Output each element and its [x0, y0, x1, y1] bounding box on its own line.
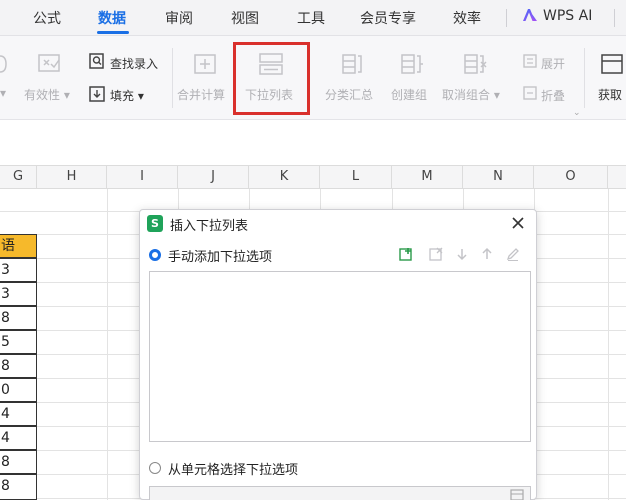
column-header-k[interactable]: K: [249, 166, 320, 188]
fill-icon: [89, 86, 105, 102]
toolbar-divider: [584, 48, 585, 108]
column-header-i[interactable]: I: [107, 166, 178, 188]
menu-divider-right: [614, 9, 615, 27]
cell-g[interactable]: 0: [0, 378, 37, 402]
dialog-launcher-icon[interactable]: ⌄: [573, 108, 581, 118]
menu-view[interactable]: 视图: [231, 8, 259, 28]
wps-ai-logo-icon: [523, 9, 537, 21]
cell-range-input[interactable]: [149, 486, 531, 500]
wps-ai-label: WPS AI: [543, 8, 593, 24]
ungroup-button[interactable]: 取消组合 ▾: [442, 86, 500, 103]
cell-g[interactable]: 4: [0, 402, 37, 426]
cell-g-header[interactable]: 语: [0, 234, 37, 258]
expand-button[interactable]: 展开: [541, 55, 565, 72]
menu-review[interactable]: 审阅: [165, 8, 193, 28]
menu-divider: [506, 9, 507, 27]
manual-option-radio[interactable]: [149, 249, 161, 261]
partial-icon: [0, 55, 7, 73]
edit-pencil-icon[interactable]: [505, 246, 521, 262]
cell-g[interactable]: 4: [0, 426, 37, 450]
from-cells-option-radio[interactable]: [149, 462, 161, 474]
ungroup-icon: [464, 54, 487, 74]
create-group-button[interactable]: 创建组: [391, 86, 427, 103]
column-header-m[interactable]: M: [392, 166, 463, 188]
subtotal-button[interactable]: 分类汇总: [325, 86, 373, 103]
wps-ai-button[interactable]: WPS AI: [522, 8, 592, 24]
find-entry-button[interactable]: 查找录入: [110, 55, 158, 72]
create-group-icon: [401, 54, 423, 74]
fill-button[interactable]: 填充 ▾: [110, 87, 144, 104]
get-data-icon: [601, 54, 623, 74]
menu-efficiency[interactable]: 效率: [453, 8, 481, 28]
move-up-icon[interactable]: [479, 246, 495, 262]
delete-item-icon[interactable]: [428, 246, 444, 262]
highlight-box: [233, 42, 310, 115]
grid-line: [107, 189, 108, 500]
column-header-j[interactable]: J: [178, 166, 249, 188]
column-header-row: G H I J K L M N O: [0, 165, 626, 189]
get-data-button[interactable]: 获取: [598, 86, 622, 103]
dropdown-options-list[interactable]: [149, 271, 531, 442]
subtotal-icon: [342, 54, 362, 74]
partial-dropdown-arrow: ▾: [0, 86, 7, 100]
menu-bar: 公式 数据 审阅 视图 工具 会员专享 效率 WPS AI: [0, 0, 626, 36]
menu-data[interactable]: 数据: [98, 8, 126, 28]
app-icon: S: [147, 215, 163, 232]
dialog-title: 插入下拉列表: [170, 219, 249, 234]
column-header-o[interactable]: O: [534, 166, 608, 188]
collapse-icon: [523, 86, 537, 100]
find-entry-icon: [89, 53, 104, 69]
menu-member[interactable]: 会员专享: [360, 8, 416, 28]
grid-line: [608, 189, 609, 500]
range-picker-icon[interactable]: [510, 489, 524, 500]
cell-g[interactable]: 3: [0, 258, 37, 282]
active-tab-indicator: [97, 31, 129, 34]
cell-g[interactable]: 5: [0, 330, 37, 354]
ribbon-toolbar: [0, 36, 626, 120]
column-header-l[interactable]: L: [320, 166, 392, 188]
toolbar-divider: [172, 48, 173, 108]
cell-g[interactable]: 8: [0, 474, 37, 500]
from-cells-option-label[interactable]: 从单元格选择下拉选项: [168, 459, 298, 478]
merge-calc-icon: [194, 54, 216, 74]
collapse-button[interactable]: 折叠: [541, 87, 565, 104]
ungroup-label: 取消组合: [442, 88, 491, 102]
cell-g[interactable]: 8: [0, 306, 37, 330]
formula-bar-area: [0, 121, 626, 165]
close-icon[interactable]: [510, 215, 526, 231]
insert-dropdown-dialog: S 插入下拉列表 手动添加下拉选项 从单元格选择下拉选项: [139, 209, 537, 500]
move-down-icon[interactable]: [454, 246, 470, 262]
column-header-n[interactable]: N: [463, 166, 534, 188]
menu-tools[interactable]: 工具: [297, 8, 325, 28]
expand-icon: [523, 54, 537, 68]
menu-formula[interactable]: 公式: [33, 8, 61, 28]
column-header-h[interactable]: H: [37, 166, 107, 188]
merge-calc-button[interactable]: 合并计算: [177, 86, 225, 103]
validity-button[interactable]: 有效性 ▾: [24, 86, 70, 103]
add-item-icon[interactable]: [398, 246, 414, 262]
fill-label: 填充: [110, 89, 135, 103]
manual-option-label[interactable]: 手动添加下拉选项: [168, 246, 272, 265]
validity-label: 有效性: [24, 88, 61, 102]
cell-g[interactable]: 8: [0, 450, 37, 474]
cell-g[interactable]: 3: [0, 282, 37, 306]
cell-g[interactable]: 8: [0, 354, 37, 378]
column-header-g[interactable]: G: [0, 166, 37, 188]
validity-icon: [38, 54, 60, 72]
